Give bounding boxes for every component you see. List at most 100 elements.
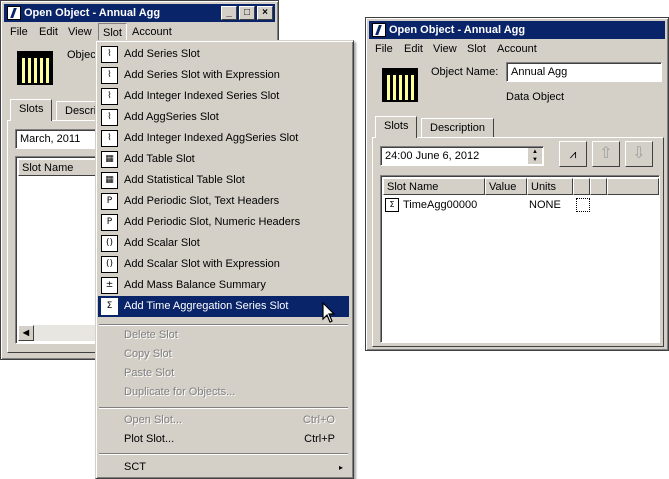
mouse-cursor-icon <box>322 302 336 323</box>
spinner-arrows-icon[interactable]: ▲ ▼ <box>528 148 542 164</box>
menu-item-add-integer-aggseries[interactable]: ⌇ Add Integer Indexed AggSeries Slot <box>98 128 349 149</box>
menu-account[interactable]: Account <box>497 43 537 55</box>
menu-item-label: Add Series Slot with Expression <box>124 69 280 81</box>
menu-item-label: Add AggSeries Slot <box>124 111 219 123</box>
menu-item-plot-slot[interactable]: Plot Slot... Ctrl+P <box>98 429 349 450</box>
minimize-button[interactable]: _ <box>221 6 237 20</box>
menu-item-add-scalar-expression[interactable]: () Add Scalar Slot with Expression <box>98 254 349 275</box>
menu-account[interactable]: Account <box>132 26 172 38</box>
arrow-down-icon: ⇩ <box>632 145 646 162</box>
row-slot-name: TimeAgg00000 <box>403 199 478 211</box>
integer-series-icon: ⌇ <box>101 88 118 105</box>
maximize-button[interactable]: □ <box>239 6 255 20</box>
series-expression-icon: ⌇ <box>101 67 118 84</box>
datetime-field[interactable]: 24:00 June 6, 2012 ▲ ▼ <box>380 146 544 166</box>
periodic-text-icon: P <box>101 193 118 210</box>
left-slot-table[interactable]: Slot Name ◀ <box>15 156 100 344</box>
aggseries-slot-icon: ⌇ <box>101 109 118 126</box>
object-name-field[interactable]: Annual Agg <box>506 62 662 82</box>
menu-item-label: Add Mass Balance Summary <box>124 279 266 291</box>
arrow-up-icon: ⇧ <box>599 145 613 162</box>
menu-item-add-series-slot[interactable]: ⌇ Add Series Slot <box>98 44 349 65</box>
datetime-value: 24:00 June 6, 2012 <box>385 150 480 162</box>
menu-item-add-table-slot[interactable]: ▦ Add Table Slot <box>98 149 349 170</box>
menu-item-label: Add Series Slot <box>124 48 200 60</box>
menu-item-open-slot: Open Slot... Ctrl+O <box>98 410 349 431</box>
column-header-slot-name[interactable]: Slot Name <box>383 178 485 195</box>
statistical-table-icon: ▦ <box>101 172 118 189</box>
menu-item-sct[interactable]: SCT ▸ <box>98 457 349 478</box>
menu-item-label: Plot Slot... <box>124 433 175 445</box>
data-object-icon <box>17 51 53 85</box>
series-slot-icon: ⌇ <box>101 46 118 63</box>
column-header-value-label: Value <box>489 181 517 193</box>
menu-item-add-integer-series[interactable]: ⌇ Add Integer Indexed Series Slot <box>98 86 349 107</box>
right-menubar: File Edit View Slot Account <box>369 40 665 59</box>
menu-item-label: Add Scalar Slot with Expression <box>124 258 280 270</box>
menu-item-label: SCT <box>124 461 146 473</box>
column-header-slot-name[interactable]: Slot Name <box>18 159 100 176</box>
menu-view[interactable]: View <box>433 43 457 55</box>
mass-balance-icon: ± <box>101 277 118 294</box>
table-slot-icon: ▦ <box>101 151 118 168</box>
periodic-numeric-icon: P <box>101 214 118 231</box>
date-field[interactable]: March, 2011 <box>15 129 99 149</box>
menu-item-add-statistical-table[interactable]: ▦ Add Statistical Table Slot <box>98 170 349 191</box>
scalar-expression-icon: () <box>101 256 118 273</box>
object-name-value: Annual Agg <box>511 66 568 78</box>
column-header-value[interactable]: Value <box>485 178 527 195</box>
submenu-arrow-icon: ▸ <box>338 463 343 472</box>
scroll-left-button[interactable]: ◀ <box>18 325 34 341</box>
time-aggregation-icon: Σ <box>101 298 118 315</box>
menu-item-add-mass-balance[interactable]: ± Add Mass Balance Summary <box>98 275 349 296</box>
column-header-extra-2[interactable] <box>590 178 607 195</box>
menu-file[interactable]: File <box>375 43 393 55</box>
menu-item-label: Add Integer Indexed AggSeries Slot <box>124 132 299 144</box>
move-down-button[interactable]: ⇩ <box>625 141 653 167</box>
menu-item-label: Add Time Aggregation Series Slot <box>124 300 289 312</box>
left-title-bar[interactable]: Open Object - Annual Agg _ □ × <box>4 4 275 22</box>
menu-edit[interactable]: Edit <box>404 43 423 55</box>
menu-slot[interactable]: Slot <box>467 43 486 55</box>
slot-dropdown-menu: ⌇ Add Series Slot ⌇ Add Series Slot with… <box>95 40 354 479</box>
tab-description[interactable]: Description <box>421 118 495 138</box>
close-button[interactable]: × <box>257 6 273 20</box>
menu-separator <box>99 453 348 455</box>
table-row[interactable]: Σ TimeAgg00000 NONE <box>383 196 659 214</box>
horizontal-scrollbar[interactable]: ◀ <box>18 325 98 341</box>
menu-item-label: Add Table Slot <box>124 153 195 165</box>
column-header-units[interactable]: Units <box>527 178 573 195</box>
menu-item-add-time-aggregation[interactable]: Σ Add Time Aggregation Series Slot <box>98 296 349 317</box>
tab-description-label: Description <box>430 122 486 134</box>
menu-item-label: Add Statistical Table Slot <box>124 174 245 186</box>
menu-separator <box>99 407 348 409</box>
menu-item-copy-slot: Copy Slot <box>124 348 172 360</box>
menu-edit[interactable]: Edit <box>39 26 58 38</box>
data-object-icon <box>382 68 418 102</box>
menu-item-add-periodic-text[interactable]: P Add Periodic Slot, Text Headers <box>98 191 349 212</box>
plot-slot-button[interactable]: ⩘ <box>559 141 587 167</box>
row-flag-box[interactable] <box>576 198 590 212</box>
menu-item-add-periodic-numeric[interactable]: P Add Periodic Slot, Numeric Headers <box>98 212 349 233</box>
tab-slots-label: Slots <box>384 120 409 132</box>
menu-file[interactable]: File <box>10 26 28 38</box>
menu-item-add-series-slot-expression[interactable]: ⌇ Add Series Slot with Expression <box>98 65 349 86</box>
column-header-extra-1[interactable] <box>573 178 590 195</box>
menu-item-label: Open Slot... <box>124 414 183 426</box>
column-header-slot-name-label: Slot Name <box>387 181 439 193</box>
tab-slots[interactable]: Slots <box>10 99 53 121</box>
right-title-bar[interactable]: Open Object - Annual Agg <box>369 21 665 39</box>
menu-item-add-scalar-slot[interactable]: () Add Scalar Slot <box>98 233 349 254</box>
tab-slots[interactable]: Slots <box>375 116 418 138</box>
row-slot-units: NONE <box>529 199 561 211</box>
menu-item-label: Add Scalar Slot <box>124 237 200 249</box>
right-slot-table[interactable]: Slot Name Value Units Σ TimeAgg00000 NON… <box>380 175 660 343</box>
menu-view[interactable]: View <box>68 26 92 38</box>
menu-item-shortcut: Ctrl+P <box>304 433 335 445</box>
left-window-title: Open Object - Annual Agg <box>24 7 161 19</box>
right-open-object-window: Open Object - Annual Agg File Edit View … <box>365 17 669 351</box>
time-aggregation-icon: Σ <box>385 198 399 212</box>
menu-item-add-aggseries[interactable]: ⌇ Add AggSeries Slot <box>98 107 349 128</box>
menu-item-label: Add Periodic Slot, Text Headers <box>124 195 280 207</box>
move-up-button[interactable]: ⇧ <box>592 141 620 167</box>
